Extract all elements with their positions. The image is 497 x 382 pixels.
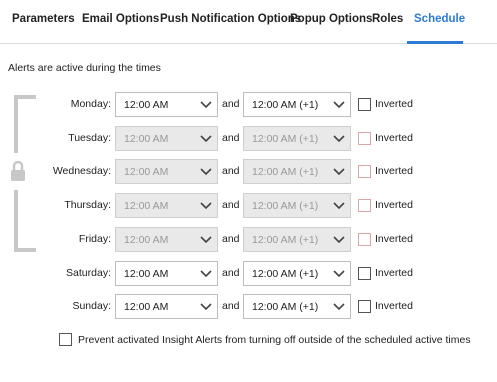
inverted-checkbox-tuesday (358, 132, 371, 145)
day-label-monday: Monday: (70, 98, 111, 110)
and-label: and (222, 132, 240, 144)
prevent-turn-off-label: Prevent activated Insight Alerts from tu… (78, 334, 471, 346)
tab-roles[interactable]: Roles (372, 13, 403, 25)
and-label: and (222, 267, 240, 279)
end-time-select-sunday[interactable]: 12:00 AM (+1) (243, 294, 351, 319)
start-time-value: 12:00 AM (124, 166, 169, 178)
schedule-description: Alerts are active during the times (8, 62, 161, 74)
active-tab-indicator (407, 41, 463, 44)
chevron-down-icon (199, 166, 213, 178)
inverted-label: Inverted (375, 300, 413, 312)
day-label-sunday: Sunday: (72, 300, 111, 312)
and-label: and (222, 98, 240, 110)
chevron-down-icon (332, 99, 346, 111)
inverted-label: Inverted (375, 233, 413, 245)
start-time-value: 12:00 AM (124, 133, 169, 145)
end-time-select-monday[interactable]: 12:00 AM (+1) (243, 92, 351, 117)
start-time-value: 12:00 AM (124, 200, 169, 212)
day-label-saturday: Saturday: (66, 267, 111, 279)
tab-push-notification-options[interactable]: Push Notification Options (160, 13, 301, 25)
inverted-label: Inverted (375, 165, 413, 177)
end-time-value: 12:00 AM (+1) (252, 234, 319, 246)
start-time-value: 12:00 AM (124, 234, 169, 246)
chevron-down-icon (199, 268, 213, 280)
and-label: and (222, 233, 240, 245)
start-time-value: 12:00 AM (124, 268, 169, 280)
inverted-checkbox-sunday[interactable] (358, 300, 371, 313)
start-time-select-wednesday: 12:00 AM (115, 159, 218, 184)
start-time-select-sunday[interactable]: 12:00 AM (115, 294, 218, 319)
chevron-down-icon (332, 166, 346, 178)
tab-schedule[interactable]: Schedule (414, 13, 465, 25)
tab-popup-options[interactable]: Popup Options (290, 13, 372, 25)
inverted-label: Inverted (375, 199, 413, 211)
inverted-checkbox-saturday[interactable] (358, 267, 371, 280)
chevron-down-icon (332, 200, 346, 212)
inverted-label: Inverted (375, 267, 413, 279)
start-time-select-saturday[interactable]: 12:00 AM (115, 261, 218, 286)
end-time-value: 12:00 AM (+1) (252, 268, 319, 280)
end-time-value: 12:00 AM (+1) (252, 166, 319, 178)
inverted-label: Inverted (375, 98, 413, 110)
chevron-down-icon (332, 133, 346, 145)
end-time-select-wednesday: 12:00 AM (+1) (243, 159, 351, 184)
lock-bracket-bottom (14, 190, 36, 252)
end-time-select-saturday[interactable]: 12:00 AM (+1) (243, 261, 351, 286)
day-label-thursday: Thursday: (64, 199, 111, 211)
end-time-select-tuesday: 12:00 AM (+1) (243, 126, 351, 151)
and-label: and (222, 165, 240, 177)
chevron-down-icon (332, 234, 346, 246)
start-time-select-monday[interactable]: 12:00 AM (115, 92, 218, 117)
inverted-checkbox-monday[interactable] (358, 98, 371, 111)
start-time-select-tuesday: 12:00 AM (115, 126, 218, 151)
start-time-value: 12:00 AM (124, 99, 169, 111)
day-label-tuesday: Tuesday: (68, 132, 111, 144)
lock-icon[interactable] (10, 160, 26, 182)
start-time-select-thursday: 12:00 AM (115, 193, 218, 218)
chevron-down-icon (199, 200, 213, 212)
end-time-select-thursday: 12:00 AM (+1) (243, 193, 351, 218)
end-time-value: 12:00 AM (+1) (252, 99, 319, 111)
day-label-friday: Friday: (78, 233, 111, 245)
end-time-value: 12:00 AM (+1) (252, 200, 319, 212)
inverted-checkbox-wednesday (358, 165, 371, 178)
lock-bracket-top (14, 95, 36, 153)
and-label: and (222, 300, 240, 312)
inverted-checkbox-friday (358, 233, 371, 246)
and-label: and (222, 199, 240, 211)
tab-parameters[interactable]: Parameters (12, 13, 75, 25)
inverted-label: Inverted (375, 132, 413, 144)
chevron-down-icon (199, 301, 213, 313)
tab-email-options[interactable]: Email Options (82, 13, 159, 25)
chevron-down-icon (199, 133, 213, 145)
end-time-value: 12:00 AM (+1) (252, 133, 319, 145)
prevent-turn-off-checkbox[interactable] (59, 333, 72, 346)
chevron-down-icon (332, 301, 346, 313)
end-time-value: 12:00 AM (+1) (252, 301, 319, 313)
tab-bar: Parameters Email Options Push Notificati… (0, 0, 497, 44)
end-time-select-friday: 12:00 AM (+1) (243, 227, 351, 252)
start-time-value: 12:00 AM (124, 301, 169, 313)
day-label-wednesday: Wednesday: (52, 165, 111, 177)
chevron-down-icon (199, 234, 213, 246)
start-time-select-friday: 12:00 AM (115, 227, 218, 252)
chevron-down-icon (332, 268, 346, 280)
inverted-checkbox-thursday (358, 199, 371, 212)
chevron-down-icon (199, 99, 213, 111)
